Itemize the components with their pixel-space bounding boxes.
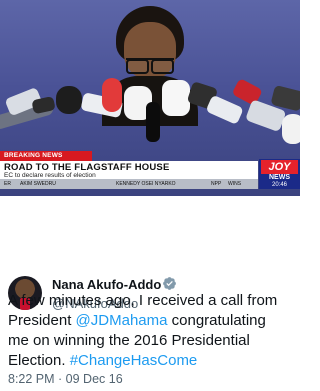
microphone-icon	[162, 80, 190, 116]
mention-link[interactable]: @JDMahama	[76, 312, 168, 329]
news-lower-third: BREAKING NEWS ROAD TO THE FLAGSTAFF HOUS…	[0, 151, 300, 196]
headline-bar: ROAD TO THE FLAGSTAFF HOUSE EC to declar…	[0, 161, 258, 179]
display-name[interactable]: Nana Akufo-Addo	[52, 277, 161, 292]
microphone-icon	[282, 114, 300, 144]
tweet-screenshot: BREAKING NEWS ROAD TO THE FLAGSTAFF HOUS…	[0, 0, 300, 391]
ticker-item: KENNEDY OSEI NYARKO	[116, 181, 176, 187]
ticker-item: ER	[4, 181, 11, 187]
microphone-icon	[205, 94, 244, 125]
tweet-timestamp[interactable]: 8:22 PM · 09 Dec 16	[8, 372, 123, 386]
tweet-line: A few minutes ago, I received a call fro…	[8, 292, 278, 309]
joy-logo-icon: JOY	[261, 160, 298, 174]
microphone-icon	[146, 102, 160, 142]
tweet-body: A few minutes ago, I received a call fro…	[8, 291, 294, 371]
news-ticker: ER AKIM SWEDRU KENNEDY OSEI NYARKO NPP W…	[0, 179, 258, 189]
breaking-news-tag: BREAKING NEWS	[0, 151, 92, 161]
microphone-icon	[102, 78, 122, 112]
glasses-icon	[126, 58, 174, 74]
tweet-author-row[interactable]: Nana Akufo-Addo @NAkufoAddo	[0, 196, 300, 311]
ticker-item: AKIM SWEDRU	[20, 181, 56, 187]
hashtag-link[interactable]: #ChangeHasCome	[70, 352, 198, 369]
tv-news-still: BREAKING NEWS ROAD TO THE FLAGSTAFF HOUS…	[0, 0, 300, 196]
broadcast-clock: 20:46	[271, 182, 287, 188]
channel-logo: JOY NEWS 20:46	[259, 159, 300, 189]
news-subline: EC to declare results of election	[4, 172, 96, 179]
tweet-line: me on winning the 2016 Presidential	[8, 332, 250, 349]
ticker-item: NPP	[211, 181, 222, 187]
verified-badge-icon	[163, 277, 176, 290]
tweet-line: Election. #ChangeHasCome	[8, 352, 198, 369]
ticker-item: WINS	[228, 181, 242, 187]
tweet-line: President @JDMahama congratulating	[8, 312, 266, 329]
channel-news-label: NEWS	[269, 174, 290, 181]
microphone-icon	[56, 86, 82, 114]
